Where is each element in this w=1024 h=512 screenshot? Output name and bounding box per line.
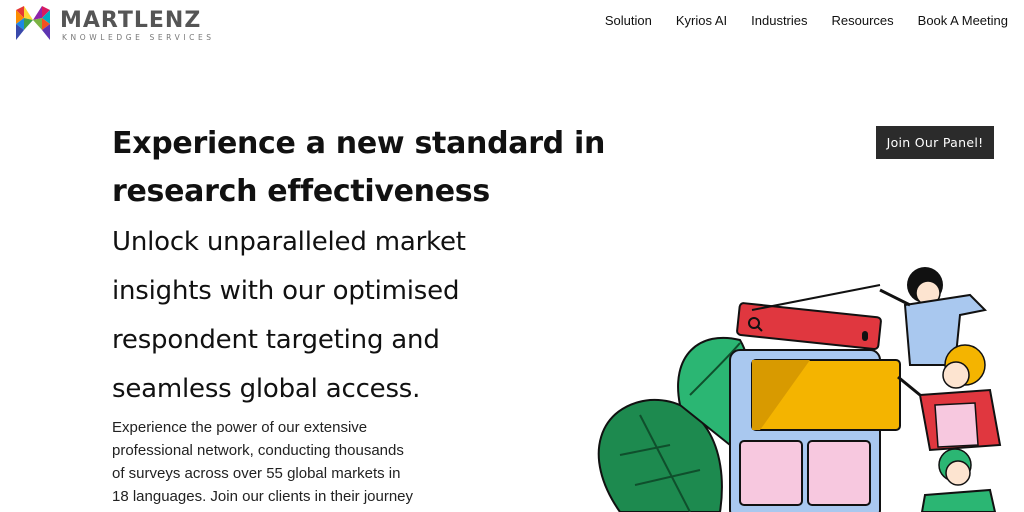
- hero-subtitle-line: respondent targeting and: [112, 325, 440, 355]
- brand-name: MARTLENZ: [60, 8, 202, 33]
- hero-subtitle-line: seamless global access.: [112, 374, 421, 404]
- martlenz-m-logo-icon: [16, 6, 50, 40]
- hero-title-line: research effectiveness: [112, 174, 490, 209]
- pink-card-illustration: [807, 440, 871, 506]
- brand-tagline: KNOWLEDGE SERVICES: [62, 33, 215, 42]
- microphone-icon: [862, 331, 868, 341]
- search-bar-illustration: [736, 302, 882, 351]
- main-nav: Solution Kyrios AI Industries Resources …: [593, 13, 1020, 28]
- hero-illustration: [597, 267, 1002, 512]
- hero-title-line: Experience a new standard in: [112, 126, 606, 161]
- hero-description: Experience the power of our extensive pr…: [112, 416, 452, 508]
- nav-item-industries[interactable]: Industries: [739, 13, 819, 28]
- nav-item-book-a-meeting[interactable]: Book A Meeting: [906, 13, 1020, 28]
- hero-description-line: of surveys across over 55 global markets…: [112, 465, 401, 482]
- nav-item-resources[interactable]: Resources: [820, 13, 906, 28]
- hero-description-line: 18 languages. Join our clients in their …: [112, 488, 414, 505]
- hero-description-line: professional network, conducting thousan…: [112, 442, 404, 459]
- pink-card-illustration: [739, 440, 803, 506]
- hero-title: Experience a new standard in research ef…: [112, 120, 632, 216]
- nav-item-kyrios-ai[interactable]: Kyrios AI: [664, 13, 739, 28]
- person-bottom-illustration: [920, 448, 997, 512]
- hero-subtitle: Unlock unparalleled market insights with…: [112, 218, 532, 414]
- nav-item-solution[interactable]: Solution: [593, 13, 664, 28]
- hero-description-line: Experience the power of our extensive: [112, 419, 368, 436]
- brand-logo[interactable]: MARTLENZ KNOWLEDGE SERVICES: [14, 6, 244, 42]
- join-panel-button[interactable]: Join Our Panel!: [876, 126, 994, 159]
- hero-subtitle-line: insights with our optimised: [112, 276, 460, 306]
- hero-subtitle-line: Unlock unparalleled market: [112, 227, 466, 257]
